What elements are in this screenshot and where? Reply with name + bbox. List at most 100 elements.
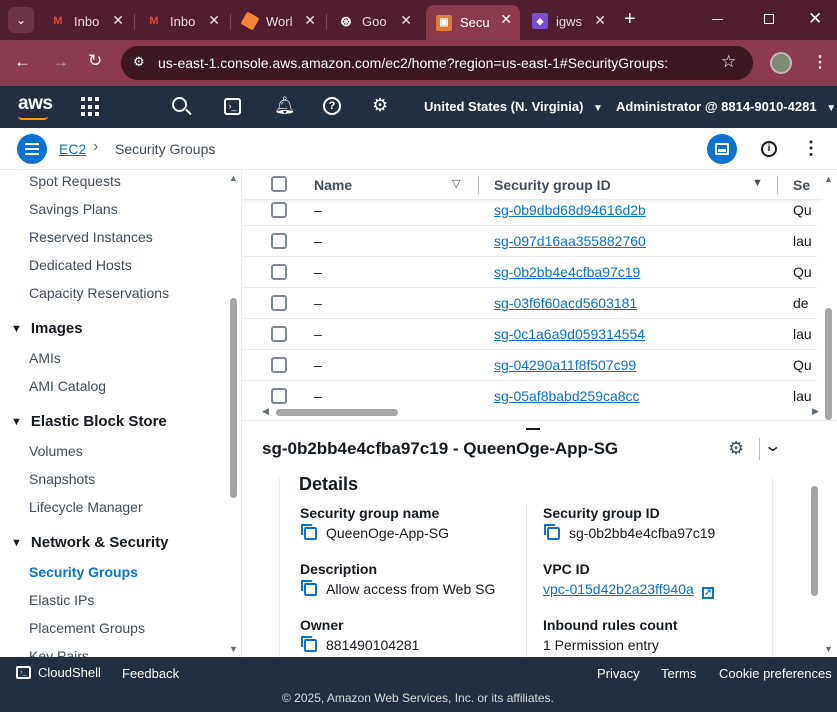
sidebar-item-spot-requests[interactable]: Spot Requests bbox=[29, 173, 121, 189]
sidebar-item-placement-groups[interactable]: Placement Groups bbox=[29, 620, 145, 636]
cell-sg-id-link[interactable]: sg-0b2bb4e4cfba97c19 bbox=[494, 264, 640, 280]
row-checkbox[interactable] bbox=[271, 202, 287, 218]
cookie-preferences-link[interactable]: Cookie preferences bbox=[719, 666, 832, 681]
sidebar-item-snapshots[interactable]: Snapshots bbox=[29, 471, 95, 487]
notifications-bell-icon[interactable]: 🔔︎ bbox=[274, 96, 296, 116]
scroll-right-arrow[interactable]: ▶ bbox=[812, 406, 819, 417]
row-checkbox[interactable] bbox=[271, 357, 287, 373]
close-icon[interactable]: ✕ bbox=[208, 12, 220, 29]
scroll-down-arrow[interactable]: ▼ bbox=[824, 644, 833, 654]
sort-caret-icon[interactable]: ▽ bbox=[452, 177, 460, 190]
copy-icon[interactable] bbox=[301, 580, 317, 596]
sidebar-section-ebs[interactable]: ▼ Elastic Block Store bbox=[11, 413, 167, 430]
close-icon[interactable]: ✕ bbox=[594, 12, 606, 29]
close-window-button[interactable]: ✕ bbox=[808, 9, 822, 29]
browser-tab-active[interactable]: ▣ Secu ✕ bbox=[426, 5, 520, 40]
bookmark-star-icon[interactable]: ☆ bbox=[721, 52, 736, 72]
profile-avatar[interactable] bbox=[770, 52, 792, 74]
close-icon[interactable]: ✕ bbox=[112, 12, 124, 29]
column-header-sg-id[interactable]: Security group ID bbox=[494, 177, 611, 193]
sidebar-item-key-pairs[interactable]: Key Pairs bbox=[29, 648, 89, 657]
preferences-gear-icon[interactable]: ⚙ bbox=[728, 438, 744, 459]
region-selector[interactable]: United States (N. Virginia) ▼ bbox=[424, 99, 603, 114]
table-row[interactable]: – sg-0c1a6a9d059314554 lau bbox=[242, 319, 817, 350]
info-icon[interactable]: i bbox=[761, 141, 777, 157]
reload-button[interactable]: ↻ bbox=[88, 51, 102, 71]
more-options-icon[interactable]: ⋮ bbox=[802, 138, 820, 159]
split-panel-toggle-button[interactable] bbox=[707, 134, 737, 164]
row-checkbox[interactable] bbox=[271, 295, 287, 311]
tab-list-button[interactable]: ⌄ bbox=[8, 7, 34, 33]
copy-icon[interactable] bbox=[301, 524, 317, 540]
close-icon[interactable]: ✕ bbox=[400, 12, 412, 29]
aws-logo[interactable]: aws bbox=[18, 93, 53, 120]
cell-sg-id-link[interactable]: sg-04290a11f8f507c99 bbox=[494, 357, 636, 373]
sidebar-item-volumes[interactable]: Volumes bbox=[29, 443, 83, 459]
copy-icon[interactable] bbox=[544, 524, 560, 540]
table-horizontal-scrollbar[interactable] bbox=[276, 409, 398, 416]
vpc-id-link[interactable]: vpc-015d42b2a23ff940a bbox=[543, 581, 694, 597]
copy-icon[interactable] bbox=[301, 636, 317, 652]
sidebar-section-network-security[interactable]: ▼ Network & Security bbox=[11, 534, 168, 551]
sort-caret-icon[interactable]: ▼ bbox=[752, 177, 763, 189]
help-icon[interactable]: ? bbox=[323, 97, 341, 115]
forward-button[interactable]: → bbox=[52, 52, 69, 72]
external-link-icon[interactable]: ↗ bbox=[701, 587, 714, 599]
sidebar-item-lifecycle-manager[interactable]: Lifecycle Manager bbox=[29, 499, 143, 515]
column-header-extra[interactable]: Se bbox=[793, 177, 810, 193]
cell-sg-id-link[interactable]: sg-0b9dbd68d94616d2b bbox=[494, 202, 646, 218]
table-row[interactable]: – sg-04290a11f8f507c99 Qu bbox=[242, 350, 817, 381]
cell-sg-id-link[interactable]: sg-03f6f60acd5603181 bbox=[494, 295, 637, 311]
browser-tab[interactable]: M Inbo ✕ bbox=[40, 6, 132, 36]
scroll-up-arrow[interactable]: ▲ bbox=[229, 173, 238, 183]
browser-menu-icon[interactable]: ⋮ bbox=[812, 52, 828, 72]
row-checkbox[interactable] bbox=[271, 264, 287, 280]
table-row[interactable]: – sg-0b2bb4e4cfba97c19 Qu bbox=[242, 257, 817, 288]
address-bar[interactable]: ⚙ us-east-1.console.aws.amazon.com/ec2/h… bbox=[121, 46, 753, 80]
cloudshell-button[interactable]: ›_ CloudShell bbox=[16, 665, 101, 680]
cell-sg-id-link[interactable]: sg-097d16aa355882760 bbox=[494, 233, 646, 249]
breadcrumb-ec2-link[interactable]: EC2 bbox=[59, 141, 86, 157]
browser-tab[interactable]: Worl ✕ bbox=[232, 6, 324, 36]
privacy-link[interactable]: Privacy bbox=[597, 666, 640, 681]
sidebar-item-dedicated-hosts[interactable]: Dedicated Hosts bbox=[29, 257, 132, 273]
cloudshell-icon[interactable]: ›_ bbox=[224, 98, 241, 115]
sidebar-item-elastic-ips[interactable]: Elastic IPs bbox=[29, 592, 94, 608]
feedback-link[interactable]: Feedback bbox=[122, 666, 179, 681]
browser-tab[interactable]: ⊛ Goo ✕ bbox=[328, 6, 420, 36]
sidebar-scrollbar[interactable] bbox=[230, 298, 237, 498]
hamburger-menu-button[interactable] bbox=[17, 134, 47, 164]
split-panel-divider[interactable] bbox=[242, 420, 837, 421]
sidebar-item-reserved-instances[interactable]: Reserved Instances bbox=[29, 229, 153, 245]
browser-tab[interactable]: ◈ igws ✕ bbox=[522, 6, 614, 36]
sidebar-item-security-groups[interactable]: Security Groups bbox=[29, 564, 138, 580]
sidebar-section-images[interactable]: ▼ Images bbox=[11, 320, 83, 337]
site-info-icon[interactable]: ⚙ bbox=[133, 54, 145, 70]
scroll-down-arrow[interactable]: ▼ bbox=[229, 644, 238, 654]
back-button[interactable]: ← bbox=[14, 52, 31, 72]
main-vertical-scrollbar[interactable] bbox=[825, 308, 832, 420]
table-row[interactable]: – sg-0b9dbd68d94616d2b Qu bbox=[242, 195, 817, 226]
close-icon[interactable]: ✕ bbox=[304, 12, 316, 29]
url-text[interactable]: us-east-1.console.aws.amazon.com/ec2/hom… bbox=[158, 55, 668, 71]
scroll-up-arrow[interactable]: ▲ bbox=[824, 174, 833, 184]
sidebar-item-amis[interactable]: AMIs bbox=[29, 350, 61, 366]
terms-link[interactable]: Terms bbox=[661, 666, 696, 681]
new-tab-button[interactable]: + bbox=[624, 8, 636, 31]
cell-sg-id-link[interactable]: sg-05af8babd259ca8cc bbox=[494, 388, 640, 404]
table-row[interactable]: – sg-097d16aa355882760 lau bbox=[242, 226, 817, 257]
table-row[interactable]: – sg-05af8babd259ca8cc lau bbox=[242, 381, 817, 412]
split-panel-resize-handle[interactable] bbox=[526, 428, 540, 430]
maximize-button[interactable] bbox=[764, 14, 774, 24]
settings-gear-icon[interactable]: ⚙ bbox=[372, 95, 388, 116]
sidebar-item-ami-catalog[interactable]: AMI Catalog bbox=[29, 378, 106, 394]
select-all-checkbox[interactable] bbox=[271, 176, 287, 192]
services-grid-icon[interactable] bbox=[81, 97, 101, 117]
row-checkbox[interactable] bbox=[271, 388, 287, 404]
row-checkbox[interactable] bbox=[271, 326, 287, 342]
row-checkbox[interactable] bbox=[271, 233, 287, 249]
column-header-name[interactable]: Name bbox=[314, 177, 352, 193]
browser-tab[interactable]: M Inbo ✕ bbox=[136, 6, 228, 36]
cell-sg-id-link[interactable]: sg-0c1a6a9d059314554 bbox=[494, 326, 645, 342]
detail-vertical-scrollbar[interactable] bbox=[811, 486, 818, 596]
